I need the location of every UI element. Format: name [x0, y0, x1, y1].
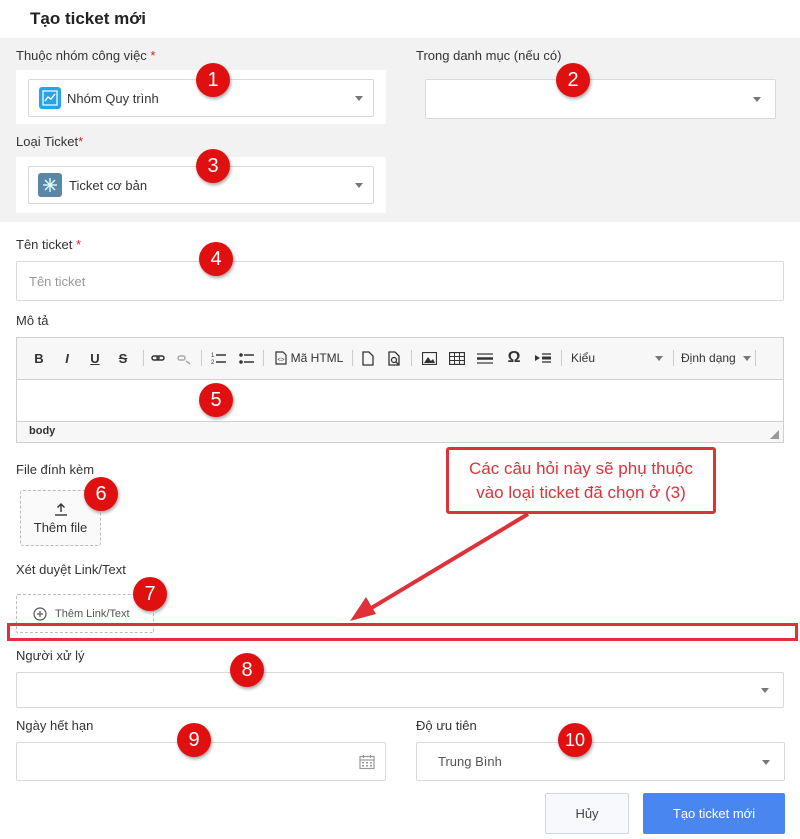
underline-button[interactable]: U — [85, 338, 105, 378]
highlight-dynamic-questions — [7, 623, 798, 641]
annotation-badge-4: 4 — [199, 242, 233, 276]
code-icon: <> — [275, 351, 287, 365]
ticket-type-value: Ticket cơ bản — [69, 177, 148, 193]
editor-content-area[interactable] — [17, 380, 783, 421]
format-dropdown-label: Định dạng — [681, 351, 736, 365]
editor-status-bar: body — [17, 421, 783, 442]
callout-line-2: vào loại ticket đã chọn ở (3) — [476, 482, 686, 502]
horizontal-line-icon[interactable] — [473, 338, 497, 378]
category-select[interactable] — [425, 79, 776, 119]
cancel-button[interactable]: Hủy — [545, 793, 629, 834]
chevron-down-icon — [762, 759, 770, 765]
priority-value: Trung Bình — [438, 754, 502, 769]
ticket-name-input[interactable]: Tên ticket — [16, 261, 784, 301]
chevron-down-icon — [761, 688, 769, 693]
annotation-badge-7: 7 — [133, 577, 167, 611]
format-dropdown[interactable]: Định dạng — [677, 338, 753, 378]
annotation-badge-9: 9 — [177, 723, 211, 757]
element-path: body — [29, 425, 56, 437]
category-label: Trong danh mục (nếu có) — [416, 48, 562, 63]
snowflake-icon — [38, 173, 62, 197]
italic-button[interactable]: I — [57, 338, 77, 378]
assignee-label: Người xử lý — [16, 648, 85, 663]
editor-toolbar: B I U S 12 <> Mã HTML Ω Kiểu Định dạng — [17, 338, 783, 380]
chart-line-icon — [39, 87, 61, 109]
work-group-value: Nhóm Quy trình — [67, 90, 159, 106]
numbered-list-icon[interactable]: 12 — [207, 338, 229, 378]
chevron-down-icon — [355, 96, 363, 101]
table-icon[interactable] — [445, 338, 469, 378]
work-group-label: Thuộc nhóm công việc * — [16, 48, 156, 63]
bullet-list-icon[interactable] — [235, 338, 257, 378]
ticket-name-label: Tên ticket * — [16, 237, 82, 252]
annotation-badge-8: 8 — [230, 653, 264, 687]
attachment-label: File đính kèm — [16, 462, 95, 477]
resize-handle-icon[interactable] — [770, 430, 779, 439]
html-source-button[interactable]: <> Mã HTML — [269, 338, 349, 378]
style-dropdown[interactable]: Kiểu — [567, 338, 667, 378]
chevron-down-icon — [743, 356, 751, 361]
bold-button[interactable]: B — [29, 338, 49, 378]
approval-label: Xét duyệt Link/Text — [16, 562, 126, 577]
calendar-icon[interactable] — [359, 754, 375, 770]
plus-circle-icon — [33, 606, 47, 621]
add-link-text-label: Thêm Link/Text — [55, 607, 130, 620]
unlink-icon[interactable] — [173, 338, 195, 378]
html-source-label: Mã HTML — [290, 351, 344, 365]
ticket-type-label: Loại Ticket* — [16, 134, 84, 149]
chevron-down-icon — [355, 183, 363, 188]
chevron-down-icon — [655, 356, 663, 361]
annotation-badge-5: 5 — [199, 383, 233, 417]
page-title: Tạo ticket mới — [30, 9, 147, 28]
annotation-badge-3: 3 — [196, 149, 230, 183]
ticket-name-placeholder: Tên ticket — [29, 273, 86, 289]
annotation-badge-2: 2 — [556, 63, 590, 97]
link-icon[interactable] — [147, 338, 169, 378]
rich-text-editor: B I U S 12 <> Mã HTML Ω Kiểu Định dạng b… — [16, 337, 784, 443]
strikethrough-button[interactable]: S — [113, 338, 133, 378]
svg-text:1: 1 — [211, 353, 215, 359]
chevron-down-icon — [753, 97, 761, 102]
create-ticket-button[interactable]: Tạo ticket mới — [643, 793, 785, 834]
style-dropdown-label: Kiểu — [571, 351, 596, 365]
new-page-icon[interactable] — [357, 338, 379, 378]
priority-select[interactable]: Trung Bình — [416, 742, 785, 781]
svg-text:2: 2 — [211, 360, 215, 365]
due-date-label: Ngày hết hạn — [16, 718, 94, 733]
callout-line-1: Các câu hỏi này sẽ phụ thuộc — [469, 458, 693, 478]
priority-label: Độ ưu tiên — [416, 718, 477, 733]
indent-block-icon[interactable] — [531, 338, 555, 378]
annotation-badge-6: 6 — [84, 477, 118, 511]
upload-icon — [54, 502, 67, 516]
preview-icon[interactable] — [383, 338, 405, 378]
image-icon[interactable] — [417, 338, 441, 378]
annotation-callout: Các câu hỏi này sẽ phụ thuộc vào loại ti… — [446, 447, 716, 514]
annotation-badge-1: 1 — [196, 63, 230, 97]
assignee-select[interactable] — [16, 672, 784, 708]
description-label: Mô tả — [16, 313, 49, 328]
svg-text:<>: <> — [277, 358, 285, 364]
add-file-label: Thêm file — [33, 519, 88, 535]
special-char-icon[interactable]: Ω — [503, 338, 525, 378]
annotation-badge-10: 10 — [558, 723, 592, 757]
